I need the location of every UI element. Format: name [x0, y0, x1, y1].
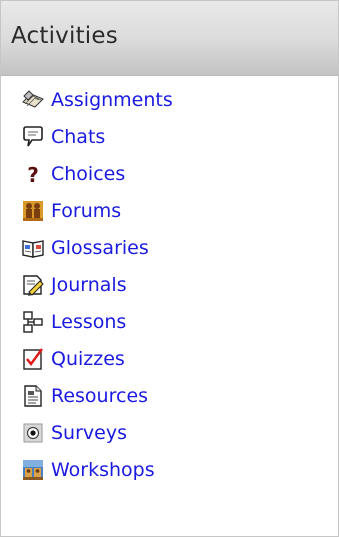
resource-icon	[21, 384, 45, 408]
block-title: Activities	[11, 23, 118, 49]
workshop-icon	[21, 458, 45, 482]
glossary-icon	[21, 236, 45, 260]
lesson-icon	[21, 310, 45, 334]
survey-icon	[21, 421, 45, 445]
activity-link-surveys[interactable]: Surveys	[21, 418, 127, 448]
activity-label: Assignments	[51, 89, 173, 111]
choice-icon: ?	[21, 162, 45, 187]
activity-link-journals[interactable]: Journals	[21, 270, 127, 300]
activities-block: Activities Assignments Chats ? Choices F…	[0, 0, 339, 537]
svg-text:?: ?	[27, 163, 39, 186]
forum-icon	[21, 199, 45, 223]
activity-link-workshops[interactable]: Workshops	[21, 455, 155, 485]
activity-label: Quizzes	[51, 348, 125, 370]
chat-icon	[21, 125, 45, 149]
activity-link-lessons[interactable]: Lessons	[21, 307, 126, 337]
activity-link-choices[interactable]: ? Choices	[21, 159, 125, 189]
assignment-icon	[21, 88, 45, 112]
journal-icon	[21, 273, 45, 297]
activity-label: Resources	[51, 385, 149, 407]
activity-link-assignments[interactable]: Assignments	[21, 85, 173, 115]
block-header: Activities	[1, 1, 338, 76]
activity-label: Journals	[51, 274, 127, 296]
activity-label: Choices	[51, 163, 126, 185]
quiz-icon	[21, 347, 45, 371]
activity-label: Surveys	[51, 422, 127, 444]
activity-link-forums[interactable]: Forums	[21, 196, 121, 226]
activity-link-chats[interactable]: Chats	[21, 122, 105, 152]
activity-label: Workshops	[51, 459, 155, 481]
activity-label: Forums	[51, 200, 122, 222]
activity-link-resources[interactable]: Resources	[21, 381, 148, 411]
activity-link-quizzes[interactable]: Quizzes	[21, 344, 125, 374]
activity-label: Glossaries	[51, 237, 149, 259]
activity-label: Chats	[51, 126, 106, 148]
activity-label: Lessons	[51, 311, 127, 333]
activity-link-glossaries[interactable]: Glossaries	[21, 233, 149, 263]
